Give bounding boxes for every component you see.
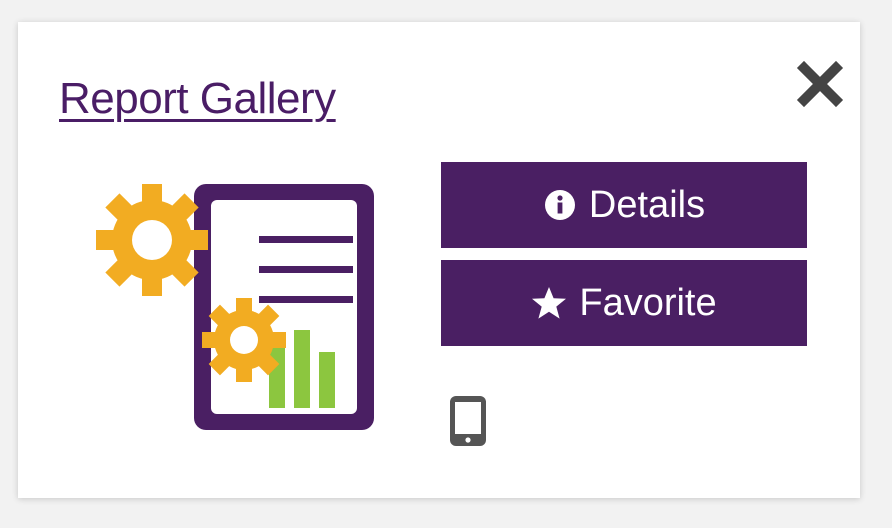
- star-icon: [531, 286, 567, 320]
- info-circle-icon: [543, 188, 577, 222]
- report-card: Report Gallery Details Favorite: [18, 22, 860, 498]
- favorite-button[interactable]: Favorite: [441, 260, 807, 346]
- favorite-button-label: Favorite: [579, 281, 717, 324]
- details-button-label: Details: [588, 183, 706, 226]
- details-button[interactable]: Details: [441, 162, 807, 248]
- mobile-phone-icon: [450, 396, 486, 446]
- report-gears-icon: [96, 184, 374, 430]
- close-icon[interactable]: [796, 60, 844, 108]
- report-title-link[interactable]: Report Gallery: [59, 74, 336, 124]
